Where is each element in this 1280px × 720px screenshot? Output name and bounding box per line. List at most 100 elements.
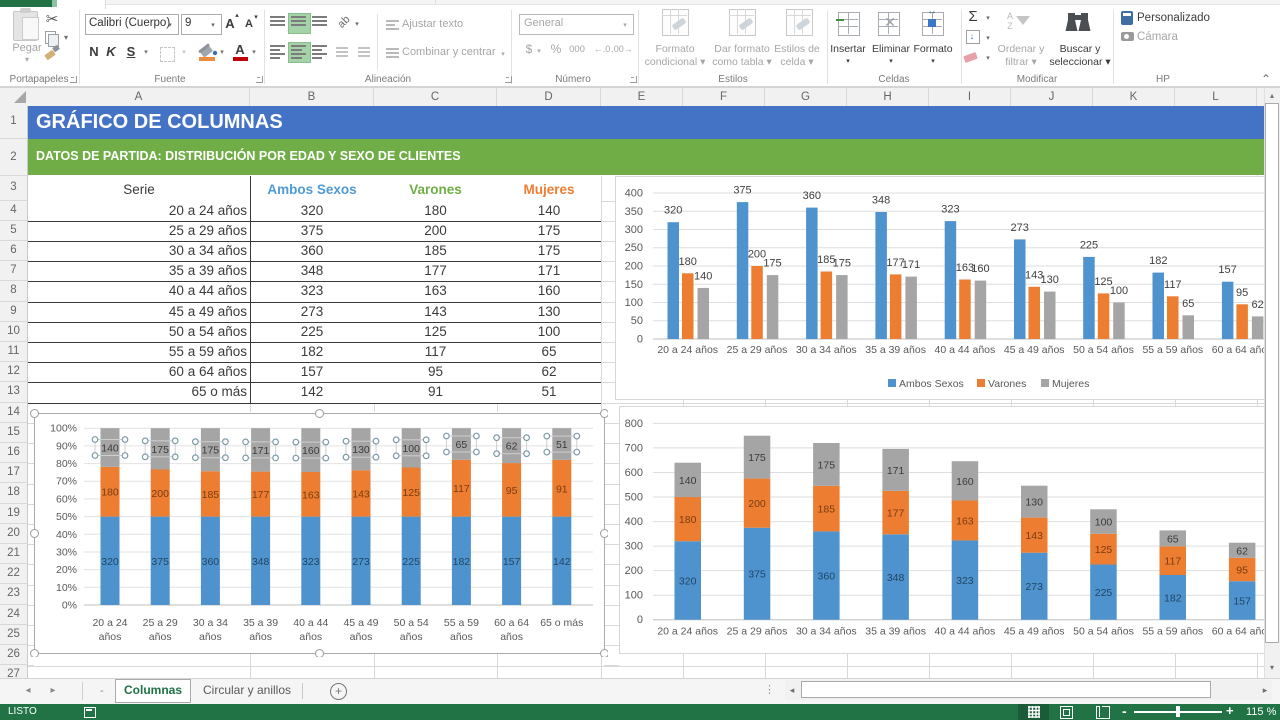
svg-text:45 a 49 años: 45 a 49 años [1004,344,1065,356]
svg-text:163: 163 [302,489,320,501]
svg-text:30 a 34 años: 30 a 34 años [796,344,857,356]
svg-text:100: 100 [1095,517,1113,529]
svg-text:125: 125 [1095,544,1113,556]
svg-text:55 a 59: 55 a 59 [444,617,479,629]
svg-text:95: 95 [506,485,518,497]
svg-text:320: 320 [101,556,119,568]
svg-text:175: 175 [202,445,220,457]
svg-text:62: 62 [506,441,518,453]
svg-text:60%: 60% [56,493,77,505]
svg-text:años: años [299,631,322,643]
svg-text:175: 175 [151,444,169,456]
svg-text:160: 160 [302,445,320,457]
svg-text:157: 157 [503,556,521,568]
svg-text:95: 95 [1236,565,1248,577]
svg-text:125: 125 [402,487,420,499]
svg-text:65: 65 [1182,298,1194,310]
svg-text:160: 160 [956,476,974,488]
svg-text:años: años [450,631,473,643]
svg-text:375: 375 [151,556,169,568]
svg-text:175: 175 [748,452,766,464]
svg-text:700: 700 [625,442,643,454]
svg-text:30 a 34 años: 30 a 34 años [796,626,857,638]
svg-text:60 a 64 años: 60 a 64 años [1212,626,1264,638]
svg-text:65: 65 [456,439,468,451]
svg-text:117: 117 [453,483,470,495]
svg-text:20%: 20% [56,564,77,576]
svg-text:130: 130 [1025,497,1043,509]
svg-text:50: 50 [631,315,643,327]
svg-text:348: 348 [872,195,890,207]
svg-text:0: 0 [637,614,643,626]
svg-text:182: 182 [1164,592,1182,604]
svg-text:175: 175 [763,258,781,270]
svg-text:180: 180 [101,487,119,499]
svg-text:55 a 59 años: 55 a 59 años [1142,344,1203,356]
svg-text:171: 171 [902,259,920,271]
svg-text:55 a 59 años: 55 a 59 años [1142,626,1203,638]
svg-text:273: 273 [352,556,370,568]
svg-text:35 a 39 años: 35 a 39 años [865,344,926,356]
svg-text:45 a 49 años: 45 a 49 años [1004,626,1065,638]
svg-text:200: 200 [625,565,643,577]
svg-text:360: 360 [803,190,821,202]
svg-text:35 a 39 años: 35 a 39 años [865,626,926,638]
svg-text:140: 140 [694,270,712,282]
svg-text:Mujeres: Mujeres [1052,378,1089,390]
svg-text:65: 65 [1167,533,1179,545]
svg-text:años: años [350,631,373,643]
svg-text:323: 323 [941,204,959,216]
svg-text:157: 157 [1233,595,1251,607]
svg-text:35 a 39: 35 a 39 [243,617,278,629]
svg-text:250: 250 [625,242,643,254]
svg-text:20 a 24: 20 a 24 [92,617,127,629]
svg-text:50 a 54 años: 50 a 54 años [1073,344,1134,356]
svg-text:320: 320 [664,205,682,217]
svg-text:300: 300 [625,541,643,553]
svg-text:100: 100 [1110,285,1128,297]
svg-text:225: 225 [402,556,420,568]
svg-text:143: 143 [352,488,370,500]
svg-text:323: 323 [302,556,320,568]
svg-text:182: 182 [1149,255,1167,267]
svg-text:65 o más: 65 o más [540,617,583,629]
svg-text:360: 360 [818,571,836,583]
svg-text:40 a 44: 40 a 44 [293,617,328,629]
svg-text:800: 800 [625,418,643,430]
svg-text:70%: 70% [56,476,77,488]
svg-text:163: 163 [956,515,974,527]
svg-text:300: 300 [625,224,643,236]
svg-text:años: años [149,631,172,643]
svg-text:80%: 80% [56,458,77,470]
svg-text:100: 100 [625,590,643,602]
svg-text:20 a 24 años: 20 a 24 años [657,626,718,638]
svg-text:185: 185 [818,504,836,516]
svg-text:91: 91 [556,483,568,495]
svg-text:40%: 40% [56,529,77,541]
svg-text:400: 400 [625,516,643,528]
svg-text:años: años [199,631,222,643]
svg-text:200: 200 [748,498,766,510]
svg-text:140: 140 [679,475,697,487]
svg-text:Ambos Sexos: Ambos Sexos [899,378,964,390]
svg-text:117: 117 [1164,556,1181,568]
svg-text:50 a 54 años: 50 a 54 años [1073,626,1134,638]
svg-text:años: años [500,631,523,643]
svg-text:50 a 54: 50 a 54 [394,617,429,629]
svg-text:350: 350 [625,206,643,218]
svg-text:171: 171 [887,465,905,477]
svg-text:600: 600 [625,467,643,479]
svg-text:30%: 30% [56,547,77,559]
svg-text:177: 177 [887,508,905,520]
svg-text:171: 171 [252,445,270,457]
svg-text:años: años [99,631,122,643]
svg-text:400: 400 [625,188,643,200]
svg-text:323: 323 [956,575,974,587]
svg-text:375: 375 [748,569,766,581]
svg-text:90%: 90% [56,440,77,452]
svg-text:100%: 100% [50,423,77,435]
svg-text:10%: 10% [56,582,77,594]
svg-text:142: 142 [553,556,571,568]
svg-text:45 a 49: 45 a 49 [343,617,378,629]
svg-text:30 a 34: 30 a 34 [193,617,228,629]
